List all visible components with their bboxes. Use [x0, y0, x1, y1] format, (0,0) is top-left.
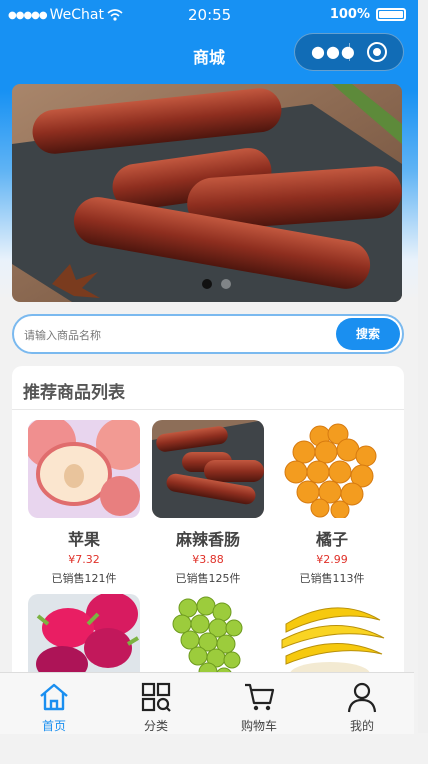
scrollbar[interactable] [418, 0, 428, 733]
home-icon [40, 683, 68, 711]
wifi-icon [107, 9, 123, 21]
tab-mine[interactable]: 我的 [322, 673, 402, 734]
user-icon [347, 682, 377, 713]
product-price: ¥2.99 [316, 553, 348, 566]
carousel-dot[interactable] [221, 279, 231, 289]
search-button[interactable]: 搜索 [336, 318, 400, 350]
product-card[interactable]: 橘子 ¥2.99 已销售113件 [276, 420, 388, 590]
product-sales: 已销售121件 [51, 572, 117, 585]
category-icon [141, 682, 171, 712]
tab-label: 购物车 [240, 719, 277, 733]
product-price: ¥3.88 [192, 553, 224, 566]
tab-home[interactable]: 首页 [14, 673, 94, 734]
tab-label: 我的 [349, 719, 374, 733]
search-input[interactable] [22, 322, 326, 348]
product-image [152, 420, 264, 518]
tab-cart[interactable]: 购物车 [219, 673, 299, 734]
battery-icon [376, 8, 406, 21]
sausage-banner-image [12, 84, 402, 302]
tab-label: 分类 [143, 719, 168, 733]
product-name: 苹果 [67, 530, 100, 549]
apple-image [28, 420, 140, 518]
product-card[interactable]: 麻辣香肠 ¥3.88 已销售125件 [152, 420, 264, 590]
tab-category[interactable]: 分类 [116, 673, 196, 734]
status-bar: ●●●●● WeChat 20:55 100% [0, 0, 414, 30]
search-bar: 搜索 [12, 314, 404, 354]
product-sales: 已销售113件 [299, 572, 365, 585]
carrier-label: WeChat [49, 7, 104, 23]
mini-program-capsule: ●●● [294, 33, 404, 71]
carousel-indicator [202, 279, 231, 289]
orange-image [276, 420, 388, 518]
signal-icon: ●●●●● [8, 9, 48, 21]
sausage-image [152, 420, 264, 518]
close-mini-program-icon[interactable] [367, 42, 387, 62]
product-image [276, 420, 388, 518]
battery-percent: 100% [329, 7, 370, 22]
capsule-divider [349, 43, 350, 61]
tab-label: 首页 [41, 719, 66, 733]
banner-carousel[interactable] [12, 84, 402, 302]
product-sales: 已销售125件 [175, 572, 241, 585]
divider [12, 409, 404, 410]
product-name: 麻辣香肠 [175, 530, 240, 549]
carrier-group: ●●●●● WeChat [8, 7, 123, 23]
cart-icon [245, 683, 275, 711]
battery-group: 100% [330, 7, 406, 22]
clock: 20:55 [188, 6, 232, 24]
product-price: ¥7.32 [68, 553, 100, 566]
product-card[interactable]: 苹果 ¥7.32 已销售121件 [28, 420, 140, 590]
recommended-products: 推荐商品列表 苹果 ¥7.32 已销售121件 麻辣香肠 ¥3.88 已销售12… [12, 366, 404, 692]
section-title: 推荐商品列表 [23, 383, 125, 403]
carousel-dot[interactable] [202, 279, 212, 289]
product-image [28, 420, 140, 518]
bottom-tab-bar: 首页 分类 购物车 我的 [0, 672, 414, 734]
product-name: 橘子 [315, 530, 348, 549]
